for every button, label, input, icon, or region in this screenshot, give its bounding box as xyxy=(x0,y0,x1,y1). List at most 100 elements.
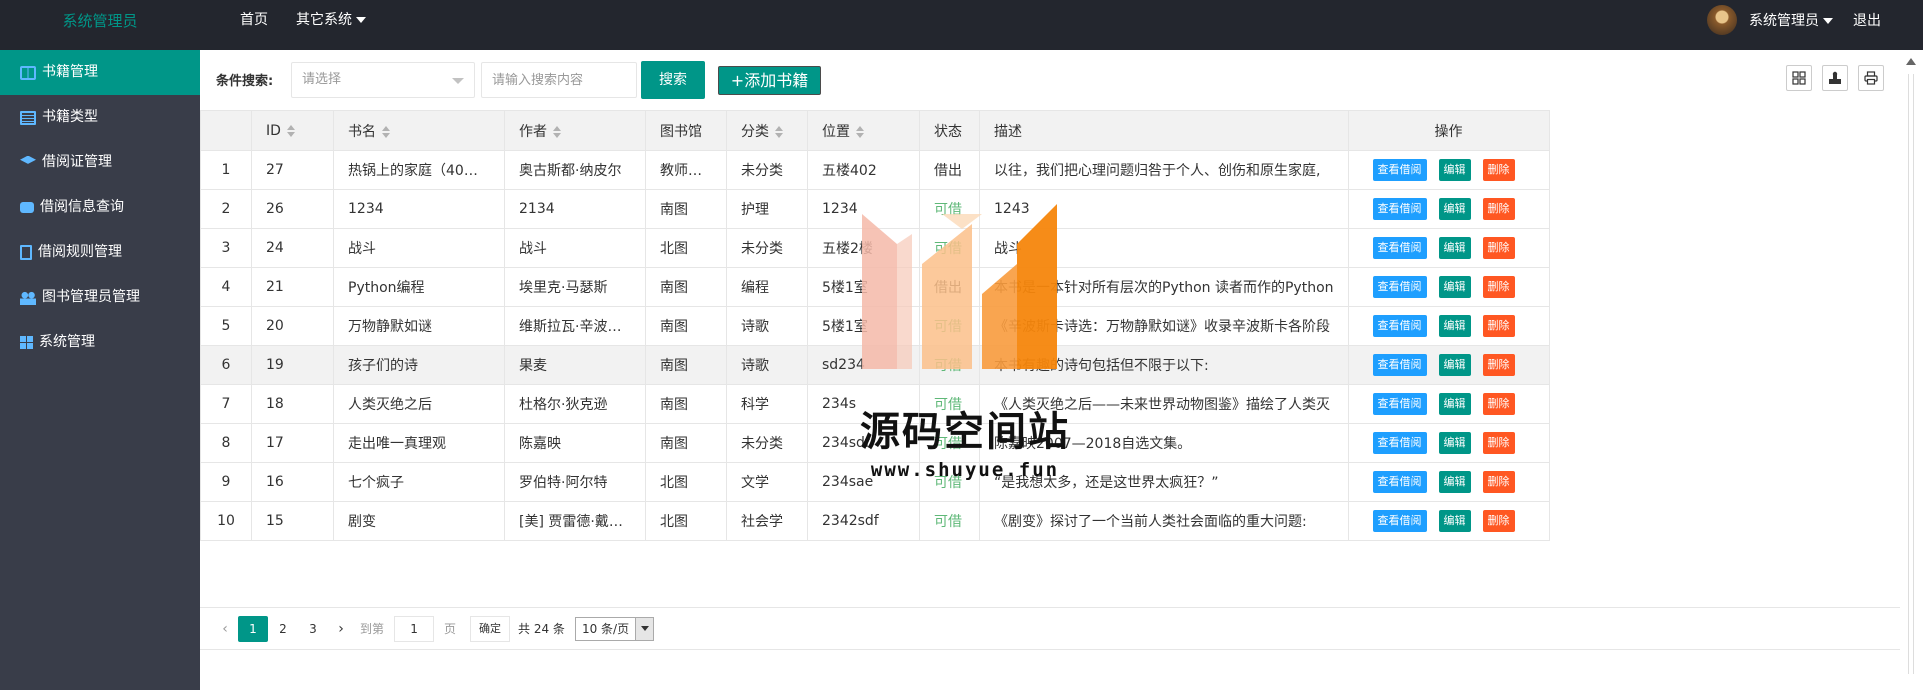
page-size-select[interactable]: 10 条/页 xyxy=(574,616,655,641)
view-borrow-button[interactable]: 查看借阅 xyxy=(1372,198,1427,220)
delete-button[interactable]: 删除 xyxy=(1482,237,1515,259)
column-header-author[interactable]: 作者 xyxy=(504,110,646,151)
delete-button[interactable]: 删除 xyxy=(1482,510,1515,532)
page-button-1[interactable]: 1 xyxy=(238,615,268,642)
cell-title: 人类灭绝之后 xyxy=(333,384,505,424)
edit-button[interactable]: 编辑 xyxy=(1438,354,1471,376)
table-row[interactable]: 9 16 七个疯子 罗伯特·阿尔特 北图 文学 234sae 可借 “是我想太多，还是这世界太疯… xyxy=(200,462,1550,502)
view-borrow-button[interactable]: 查看借阅 xyxy=(1372,471,1427,493)
cell-status: 可借 xyxy=(919,306,980,346)
cell-location: 234s xyxy=(807,384,920,424)
view-borrow-button[interactable]: 查看借阅 xyxy=(1372,237,1427,259)
cell-index: 1 xyxy=(200,150,252,190)
cell-category: 诗歌 xyxy=(726,345,808,385)
sidebar-item-book-types[interactable]: 书籍类型 xyxy=(0,95,200,140)
delete-button[interactable]: 删除 xyxy=(1482,471,1515,493)
scroll-up-icon[interactable] xyxy=(1906,58,1916,65)
column-header-category[interactable]: 分类 xyxy=(726,110,808,151)
column-header-id[interactable]: ID xyxy=(251,110,334,151)
column-header-location[interactable]: 位置 xyxy=(807,110,920,151)
column-header-title[interactable]: 书名 xyxy=(333,110,505,151)
add-book-button[interactable]: +添加书籍 xyxy=(718,66,821,95)
edit-button[interactable]: 编辑 xyxy=(1438,510,1471,532)
nav-other-systems[interactable]: 其它系统 xyxy=(282,0,380,50)
goto-confirm-button[interactable]: 确定 xyxy=(470,615,511,642)
view-borrow-button[interactable]: 查看借阅 xyxy=(1372,510,1427,532)
page-number-input[interactable] xyxy=(394,615,435,642)
table-row[interactable]: 1 27 热锅上的家庭（40… 奥古斯都·纳皮尔 教师… 未分类 五楼402 借出 以往，我们把… xyxy=(200,150,1550,190)
edit-button[interactable]: 编辑 xyxy=(1438,432,1471,454)
view-borrow-button[interactable]: 查看借阅 xyxy=(1372,159,1427,181)
view-borrow-button[interactable]: 查看借阅 xyxy=(1372,354,1427,376)
column-header-label: 书名 xyxy=(348,123,376,140)
table-row[interactable]: 2 26 1234 2134 南图 护理 1234 可借 1243 查看借阅 编辑 删除 xyxy=(200,189,1550,229)
edit-button[interactable]: 编辑 xyxy=(1438,393,1471,415)
cell-id: 20 xyxy=(251,306,334,346)
edit-button[interactable]: 编辑 xyxy=(1438,315,1471,337)
cell-id: 19 xyxy=(251,345,334,385)
username-dropdown[interactable]: 系统管理员 xyxy=(1749,10,1833,30)
export-icon[interactable] xyxy=(1822,65,1848,91)
edit-button[interactable]: 编辑 xyxy=(1438,198,1471,220)
avatar[interactable] xyxy=(1707,5,1737,35)
table-row[interactable]: 4 21 Python编程 埃里克·马瑟斯 南图 编程 5楼1室 借出 本书是一本针对所有层次的… xyxy=(200,267,1550,307)
delete-button[interactable]: 删除 xyxy=(1482,354,1515,376)
scroll-track[interactable] xyxy=(1908,74,1914,674)
delete-button[interactable]: 删除 xyxy=(1482,276,1515,298)
category-select[interactable]: 请选择 xyxy=(291,62,475,98)
edit-button[interactable]: 编辑 xyxy=(1438,276,1471,298)
sort-icon[interactable] xyxy=(553,125,561,138)
view-borrow-button[interactable]: 查看借阅 xyxy=(1372,276,1427,298)
cell-actions: 查看借阅 编辑 删除 xyxy=(1347,384,1550,424)
edit-button[interactable]: 编辑 xyxy=(1438,237,1471,259)
cell-description: 《辛波斯卡诗选：万物静默如谜》收录辛波斯卡各阶段 xyxy=(979,306,1349,346)
table-row[interactable]: 10 15 剧变 [美] 贾雷德·戴… 北图 社会学 2342sdf 可借 《剧变》探讨了一个当… xyxy=(200,501,1550,541)
sidebar-item-books[interactable]: 书籍管理 xyxy=(0,50,200,95)
table-row[interactable]: 7 18 人类灭绝之后 杜格尔·狄克逊 南图 科学 234s 可借 《人类灭绝之后——未来世界动… xyxy=(200,384,1550,424)
delete-button[interactable]: 删除 xyxy=(1482,315,1515,337)
cell-id: 16 xyxy=(251,462,334,502)
category-select-placeholder: 请选择 xyxy=(302,72,342,87)
sidebar-item-library-cards[interactable]: 借阅证管理 xyxy=(0,140,200,185)
prev-page-icon[interactable]: ‹ xyxy=(212,616,238,642)
sort-icon[interactable] xyxy=(382,125,390,138)
page-button-3[interactable]: 3 xyxy=(298,616,328,642)
search-button[interactable]: 搜索 xyxy=(641,61,705,99)
sidebar-item-label: 系统管理 xyxy=(39,334,95,350)
search-input[interactable] xyxy=(481,62,637,98)
table-row[interactable]: 6 19 孩子们的诗 果麦 南图 诗歌 sd234 可借 本书有趣的诗句包括但不限于以下: 查看借… xyxy=(200,345,1550,385)
view-borrow-button[interactable]: 查看借阅 xyxy=(1372,432,1427,454)
edit-button[interactable]: 编辑 xyxy=(1438,471,1471,493)
cell-title: 热锅上的家庭（40… xyxy=(333,150,505,190)
delete-button[interactable]: 删除 xyxy=(1482,159,1515,181)
sort-icon[interactable] xyxy=(286,124,295,137)
sidebar-item-borrow-query[interactable]: 借阅信息查询 xyxy=(0,185,200,230)
sidebar-item-librarians[interactable]: 图书管理员管理 xyxy=(0,275,200,320)
windows-icon xyxy=(20,336,33,349)
nav-home[interactable]: 首页 xyxy=(226,0,282,50)
sort-icon[interactable] xyxy=(856,125,864,138)
sidebar-item-system[interactable]: 系统管理 xyxy=(0,320,200,365)
chevron-down-icon xyxy=(635,617,654,640)
page-scrollbar[interactable] xyxy=(1900,50,1923,690)
cell-index: 6 xyxy=(200,345,252,385)
next-page-icon[interactable]: › xyxy=(328,616,354,642)
table-row[interactable]: 3 24 战斗 战斗 北图 未分类 五楼2楼 可借 战斗 查看借阅 编辑 删除 xyxy=(200,228,1550,268)
delete-button[interactable]: 删除 xyxy=(1482,198,1515,220)
view-borrow-button[interactable]: 查看借阅 xyxy=(1372,393,1427,415)
sidebar: 书籍管理 书籍类型 借阅证管理 借阅信息查询 借阅规则管理 图书管理员管理 系统… xyxy=(0,50,200,690)
logout-link[interactable]: 退出 xyxy=(1853,10,1881,30)
cell-title: 万物静默如谜 xyxy=(333,306,505,346)
edit-button[interactable]: 编辑 xyxy=(1438,159,1471,181)
delete-button[interactable]: 删除 xyxy=(1482,393,1515,415)
sidebar-item-borrow-rules[interactable]: 借阅规则管理 xyxy=(0,230,200,275)
print-icon[interactable] xyxy=(1858,65,1884,91)
columns-filter-icon[interactable] xyxy=(1786,65,1812,91)
page-button-2[interactable]: 2 xyxy=(268,616,298,642)
table-row[interactable]: 5 20 万物静默如谜 维斯拉瓦·辛波… 南图 诗歌 5楼1室 可借 《辛波斯卡诗选：万物静默如… xyxy=(200,306,1550,346)
view-borrow-button[interactable]: 查看借阅 xyxy=(1372,315,1427,337)
delete-button[interactable]: 删除 xyxy=(1482,432,1515,454)
table-row[interactable]: 8 17 走出唯一真理观 陈嘉映 南图 未分类 234sdf 可借 陈嘉映2007—2018自选… xyxy=(200,423,1550,463)
cell-title: 战斗 xyxy=(333,228,505,268)
sort-icon[interactable] xyxy=(775,125,783,138)
